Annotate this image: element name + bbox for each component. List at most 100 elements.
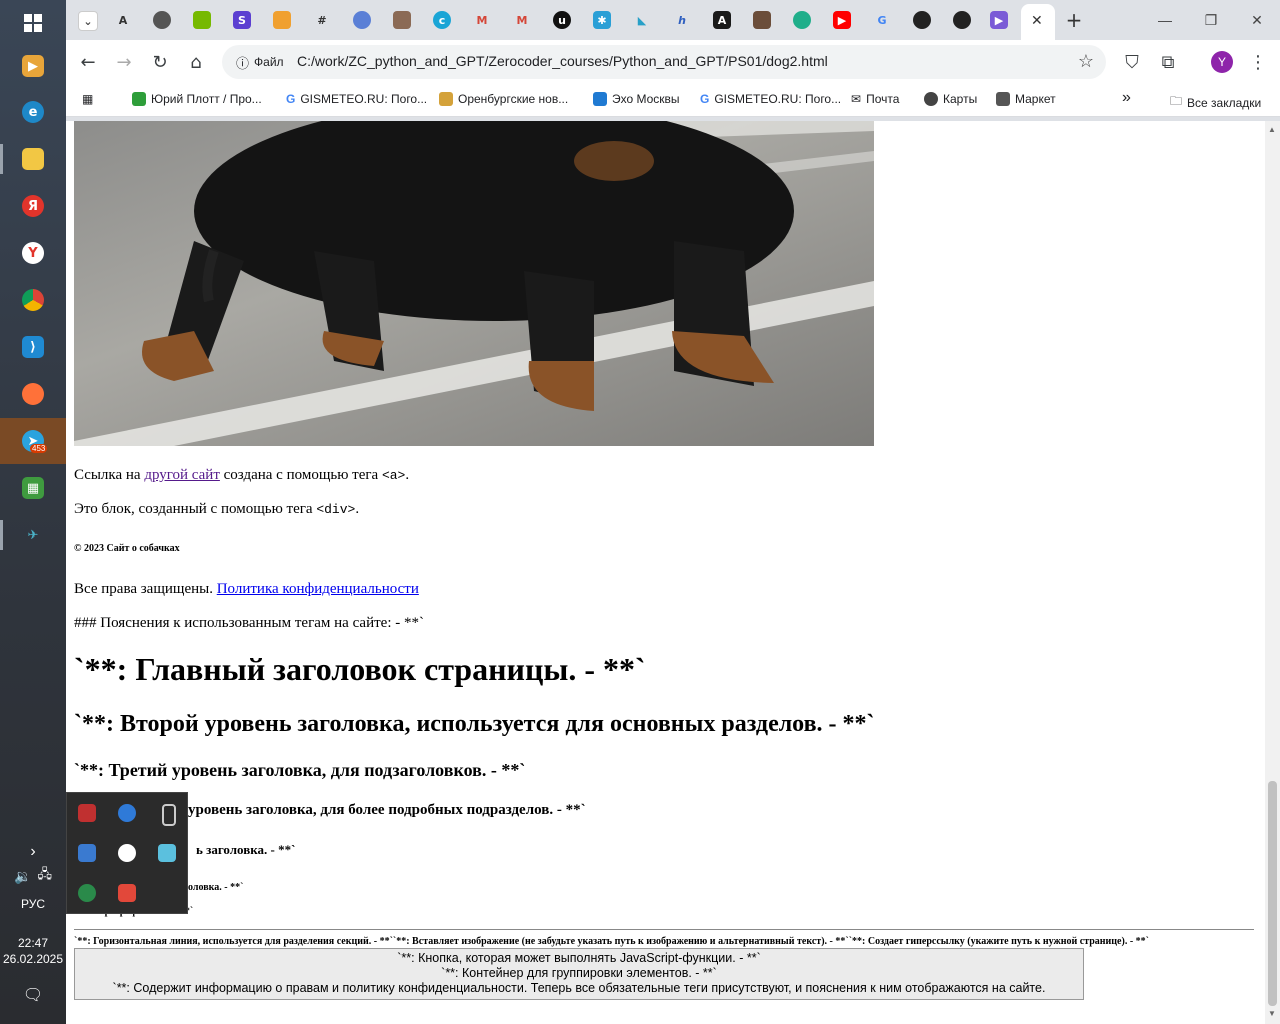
bookmark-item[interactable]: Юрий Плотт / Про...	[132, 92, 262, 106]
tab-globe-icon[interactable]	[153, 11, 171, 29]
taskbar-yandex[interactable]: Я	[0, 183, 66, 229]
tray-app-icon[interactable]	[118, 804, 136, 822]
tab-photo-icon[interactable]	[393, 11, 411, 29]
yandex-icon: Я	[22, 195, 44, 217]
more-bookmarks-icon[interactable]: »	[1122, 89, 1131, 107]
clock-time[interactable]: 22:47	[0, 936, 66, 950]
other-site-link[interactable]: другой сайт	[144, 467, 220, 483]
taskbar-app-chart[interactable]: ▦	[0, 465, 66, 511]
taskbar-chrome[interactable]	[0, 277, 66, 323]
tab-github-icon-2[interactable]	[953, 11, 971, 29]
chart-app-icon: ▦	[22, 477, 44, 499]
h3-heading: `**: Третий уровень заголовка, для подза…	[74, 760, 526, 780]
bookmark-item[interactable]: Карты	[924, 92, 977, 106]
tab-a-icon[interactable]: A	[713, 11, 731, 29]
start-button[interactable]	[0, 0, 66, 46]
network-icon: 🖧	[37, 866, 52, 881]
reload-button[interactable]: ↻	[146, 48, 174, 76]
bookmark-item[interactable]: Оренбургские нов...	[439, 92, 568, 106]
tab-youtube-icon[interactable]: ▶	[833, 11, 851, 29]
tab-settings-icon[interactable]: ✱	[593, 11, 611, 29]
minimize-button[interactable]: —	[1142, 0, 1188, 40]
tray-app-icon[interactable]	[118, 884, 136, 902]
new-tab-button[interactable]: +	[1065, 8, 1083, 32]
scroll-down-icon[interactable]: ▼	[1268, 1009, 1276, 1018]
taskbar-explorer[interactable]	[0, 136, 66, 182]
close-tab-icon[interactable]: ✕	[1031, 12, 1043, 29]
active-tab[interactable]: ✕	[1021, 4, 1055, 40]
back-button[interactable]: ←	[74, 48, 102, 76]
info-box: `**: Кнопка, которая может выполнять Jav…	[74, 948, 1084, 1000]
info-icon: ⓘ	[236, 55, 250, 71]
tab-gmail-icon-2[interactable]: M	[513, 11, 531, 29]
firefox-icon	[22, 383, 44, 405]
taskbar-yandex-browser[interactable]: Y	[0, 230, 66, 276]
tab-hash-icon[interactable]: #	[313, 11, 331, 29]
input-language[interactable]: РУС	[0, 897, 66, 911]
tab-portrait-icon[interactable]	[753, 11, 771, 29]
taskbar-media-player[interactable]: ▶	[0, 43, 66, 89]
notifications-button[interactable]: 🗨	[0, 972, 66, 1018]
clock-date[interactable]: 26.02.2025	[0, 952, 66, 966]
bookmark-star-icon[interactable]: ☆	[1078, 51, 1094, 72]
div-paragraph: Это блок, созданный с помощью тега <div>…	[74, 501, 360, 517]
tab-orange-icon[interactable]	[273, 11, 291, 29]
tab-search-button[interactable]: ⌄	[78, 11, 98, 31]
bookmark-item[interactable]: G GISMETEO.RU: Пого...	[700, 92, 841, 106]
tray-app-icon[interactable]	[78, 844, 96, 862]
page-scrollbar[interactable]: ▲ ▼	[1265, 121, 1280, 1024]
tab-github-icon[interactable]	[913, 11, 931, 29]
tab-translate[interactable]: А	[114, 11, 132, 29]
scroll-up-icon[interactable]: ▲	[1268, 125, 1276, 134]
url-text[interactable]: C:/work/ZC_python_and_GPT/Zerocoder_cour…	[297, 53, 828, 69]
restore-button[interactable]: ❐	[1188, 0, 1234, 40]
shield-icon[interactable]: ⛉	[1118, 48, 1146, 76]
tray-app-icon[interactable]	[78, 884, 96, 902]
bookmark-item[interactable]: Маркет	[996, 92, 1056, 106]
tab-s-icon[interactable]: S	[233, 11, 251, 29]
usb-icon[interactable]	[162, 804, 176, 826]
forward-button[interactable]: →	[110, 48, 138, 76]
taskbar-telegram[interactable]: ➤ 453	[0, 418, 66, 464]
bookmark-item[interactable]: ✉ Почта	[851, 92, 899, 106]
site-info-chip[interactable]: ⓘ Файл	[230, 51, 290, 73]
windows-taskbar: ▶ e Я Y ⟩ ➤ 453 ▦ ✈ › 🔉 🖧 РУС 22:47 26.0…	[0, 0, 66, 1024]
tray-app-icon[interactable]	[78, 804, 96, 822]
close-window-button[interactable]: ✕	[1234, 0, 1280, 40]
taskbar-vscode[interactable]: ⟩	[0, 324, 66, 370]
extensions-icon[interactable]: ⧉	[1154, 48, 1182, 76]
windows-logo-icon	[24, 14, 42, 32]
apps-grid-icon[interactable]: ▦	[82, 92, 93, 106]
speaker-icon: 🔉	[14, 867, 32, 884]
tray-app-icon[interactable]	[158, 844, 176, 862]
menu-kebab-icon[interactable]: ⋮	[1244, 48, 1272, 76]
tab-blue-icon[interactable]	[353, 11, 371, 29]
tab-h-icon[interactable]: h	[673, 11, 691, 29]
link-paragraph: Ссылка на другой сайт создана с помощью …	[74, 467, 410, 483]
bookmark-item[interactable]: G GISMETEO.RU: Пого...	[286, 92, 427, 106]
address-bar[interactable]: ⓘ Файл C:/work/ZC_python_and_GPT/Zerocod…	[222, 45, 1106, 79]
tab-purple-icon[interactable]: ▶	[990, 11, 1008, 29]
tab-green-icon[interactable]	[793, 11, 811, 29]
tab-gmail-icon[interactable]: M	[473, 11, 491, 29]
all-bookmarks[interactable]: 🗀 Все закладки	[1170, 92, 1261, 113]
tab-c-icon[interactable]: c	[433, 11, 451, 29]
tab-upwork-icon[interactable]: u	[553, 11, 571, 29]
tray-sound-network[interactable]: 🔉 🖧	[0, 853, 66, 899]
tab-bird-icon[interactable]: ◣	[633, 11, 651, 29]
privacy-policy-link[interactable]: Политика конфиденциальности	[217, 581, 419, 597]
tab-nvidia-icon[interactable]	[193, 11, 211, 29]
rights-paragraph: Все права защищены. Политика конфиденциа…	[74, 581, 419, 597]
profile-avatar[interactable]: Y	[1211, 51, 1233, 73]
scroll-thumb[interactable]	[1268, 781, 1277, 1006]
yandex-browser-icon[interactable]	[118, 844, 136, 862]
taskbar-firefox[interactable]	[0, 371, 66, 417]
taskbar-app-bird[interactable]: ✈	[0, 512, 66, 558]
media-player-icon: ▶	[22, 55, 44, 77]
bookmark-item[interactable]: Эхо Москвы	[593, 92, 680, 106]
home-button[interactable]: ⌂	[182, 48, 210, 76]
tab-strip: ⌄ А S # c M M u ✱ ◣ h A ▶ G ▶ ✕ + — ❐ ✕	[66, 0, 1280, 40]
gismeteo-icon: G	[286, 92, 296, 106]
taskbar-edge[interactable]: e	[0, 89, 66, 135]
tab-google-icon[interactable]: G	[873, 11, 891, 29]
